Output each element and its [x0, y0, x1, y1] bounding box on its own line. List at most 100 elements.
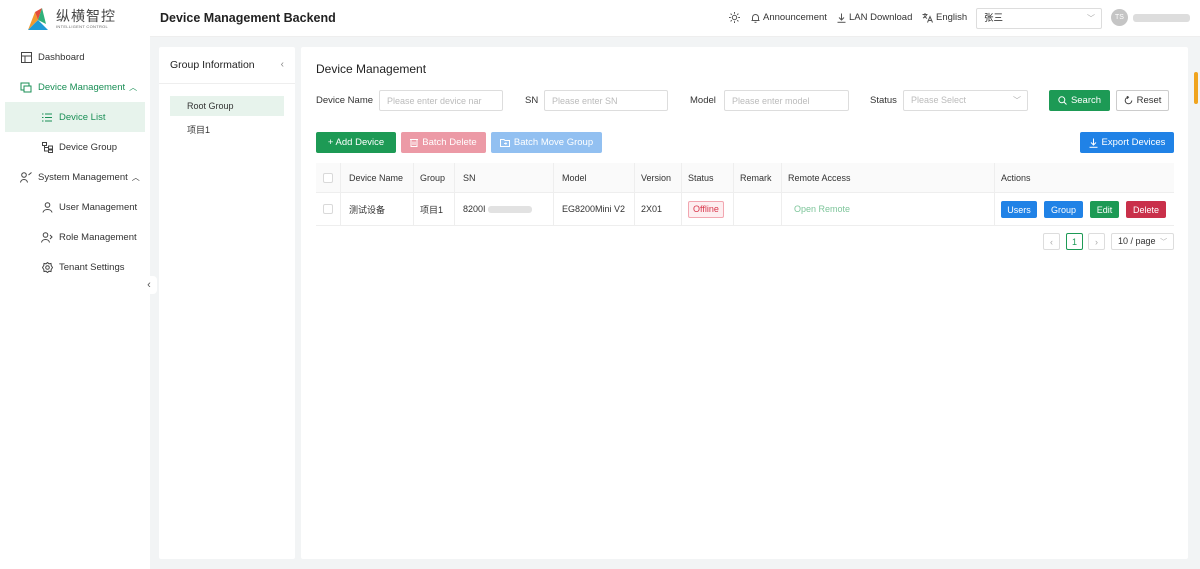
column-header[interactable]: Group: [420, 163, 445, 192]
tenant-user-select[interactable]: 张三 ﹀: [976, 8, 1102, 29]
column-header[interactable]: Remote Access: [788, 163, 851, 192]
language-switch[interactable]: English: [922, 12, 967, 23]
batch-delete-label: Batch Delete: [422, 137, 477, 148]
logo-mark-icon: [22, 6, 50, 32]
user-icon: [41, 201, 53, 213]
model-label: Model: [690, 95, 716, 106]
cell-version: 2X01: [641, 204, 663, 214]
cell-group: 项目1: [420, 204, 444, 215]
reset-button[interactable]: Reset: [1116, 90, 1169, 111]
prev-page-button[interactable]: ‹: [1043, 233, 1060, 250]
chevron-down-icon: ﹀: [1013, 96, 1021, 105]
search-button[interactable]: Search: [1049, 90, 1110, 111]
users-button[interactable]: Users: [1001, 201, 1037, 218]
table-header: Device Name Group SN Model Version Statu…: [316, 163, 1174, 193]
sn-redacted: [487, 205, 532, 213]
cell-status: Offline: [688, 193, 724, 225]
tree-node-root-group[interactable]: Root Group: [170, 96, 284, 116]
device-icon: [20, 81, 32, 93]
column-header[interactable]: Remark: [740, 163, 772, 192]
device-name-input[interactable]: [379, 90, 503, 111]
sidebar-item-label: Device List: [59, 111, 106, 123]
tenant-user-value: 张三: [984, 13, 1004, 24]
open-remote-link[interactable]: Open Remote: [794, 193, 850, 225]
open-remote-label: Open Remote: [794, 204, 851, 214]
batch-delete-button[interactable]: Batch Delete: [401, 132, 486, 153]
chevron-left-icon[interactable]: ‹: [281, 59, 284, 70]
chevron-up-icon: ︿: [131, 172, 140, 182]
sidebar-nav: Dashboard Device Management ︿ Device Lis…: [5, 42, 145, 282]
group-button[interactable]: Group: [1044, 201, 1083, 218]
page-size-select[interactable]: 10 / page ﹀: [1111, 233, 1174, 250]
cell-sn: 8200I: [463, 193, 532, 225]
theme-toggle-button[interactable]: [729, 12, 743, 23]
avatar[interactable]: TS: [1111, 9, 1128, 26]
column-header[interactable]: Model: [562, 163, 587, 192]
lan-download-link[interactable]: LAN Download: [837, 12, 912, 23]
device-name-label: Device Name: [316, 95, 374, 106]
sn-input[interactable]: [544, 90, 668, 111]
sn-label: SN: [525, 95, 539, 106]
column-header[interactable]: Device Name: [349, 163, 403, 192]
batch-move-group-label: Batch Move Group: [513, 137, 594, 148]
status-select[interactable]: Please Select ﹀: [903, 90, 1028, 111]
sidebar-item-label: User Management: [59, 201, 138, 213]
delete-button[interactable]: Delete: [1126, 201, 1166, 218]
dashboard-icon: [20, 51, 32, 63]
list-icon: [41, 111, 53, 123]
batch-move-group-button[interactable]: Batch Move Group: [491, 132, 602, 153]
brand-name-cn: 纵横智控: [56, 8, 116, 24]
sidebar-item-device-group[interactable]: Device Group: [5, 132, 145, 162]
bell-icon: [751, 13, 760, 23]
sidebar-item-label: Device Group: [59, 141, 118, 153]
row-checkbox[interactable]: [323, 193, 333, 225]
refresh-icon: [1124, 96, 1133, 105]
page-size-value: 10 / page: [1118, 236, 1156, 246]
download-icon: [1089, 138, 1098, 148]
select-all-checkbox[interactable]: [323, 163, 333, 192]
sidebar-item-device-management[interactable]: Device Management ︿: [5, 72, 145, 102]
sidebar-item-user-management[interactable]: User Management: [5, 192, 145, 222]
edit-button[interactable]: Edit: [1090, 201, 1119, 218]
role-icon: [41, 231, 53, 243]
model-input[interactable]: [724, 90, 849, 111]
gear-icon: [41, 261, 53, 273]
sidebar-item-tenant-settings[interactable]: Tenant Settings: [5, 252, 145, 282]
chevron-down-icon: ﹀: [1160, 239, 1168, 246]
tree-node-project[interactable]: 项目1: [170, 120, 284, 140]
sidebar: 纵横智控 INTELLIGENT CONTROL Dashboard Devic…: [0, 0, 150, 569]
group-panel-title: Group Information: [170, 59, 255, 71]
sidebar-item-label: Device Management: [38, 81, 126, 93]
sidebar-collapse-button[interactable]: ‹: [141, 276, 157, 294]
next-page-button[interactable]: ›: [1088, 233, 1105, 250]
group-panel: Group Information ‹ Root Group 项目1: [159, 47, 295, 559]
column-header[interactable]: Version: [641, 163, 671, 192]
announcement-link[interactable]: Announcement: [751, 12, 827, 23]
table-row[interactable]: 测试设备 项目1 8200I EG8200Mini V2 2X01 Offlin…: [316, 193, 1174, 226]
brand-name-en: INTELLIGENT CONTROL: [56, 24, 109, 29]
tree-icon: [41, 141, 53, 153]
sidebar-item-device-list[interactable]: Device List: [5, 102, 145, 132]
column-header[interactable]: SN: [463, 163, 476, 192]
add-device-button[interactable]: + Add Device: [316, 132, 396, 153]
search-icon: [1058, 96, 1067, 105]
sidebar-item-label: System Management: [38, 171, 128, 183]
top-header: Device Management Backend Announcement L…: [150, 0, 1200, 37]
export-devices-label: Export Devices: [1101, 137, 1166, 148]
sidebar-item-role-management[interactable]: Role Management: [5, 222, 145, 252]
sidebar-item-label: Role Management: [59, 231, 137, 243]
sidebar-item-label: Tenant Settings: [59, 261, 125, 273]
search-button-label: Search: [1070, 95, 1102, 106]
page-number[interactable]: 1: [1066, 233, 1083, 250]
sidebar-item-system-management[interactable]: System Management ︿: [5, 162, 145, 192]
trash-icon: [410, 138, 419, 147]
column-header[interactable]: Actions: [1001, 163, 1031, 192]
scroll-indicator[interactable]: [1194, 72, 1198, 104]
sidebar-item-dashboard[interactable]: Dashboard: [5, 42, 145, 72]
username-redacted[interactable]: [1133, 14, 1190, 22]
column-header[interactable]: Status: [688, 163, 714, 192]
system-icon: [20, 171, 32, 183]
export-devices-button[interactable]: Export Devices: [1080, 132, 1174, 153]
sn-prefix: 8200I: [463, 204, 486, 214]
device-management-panel: Device Management Device Name SN Model S…: [301, 47, 1188, 559]
